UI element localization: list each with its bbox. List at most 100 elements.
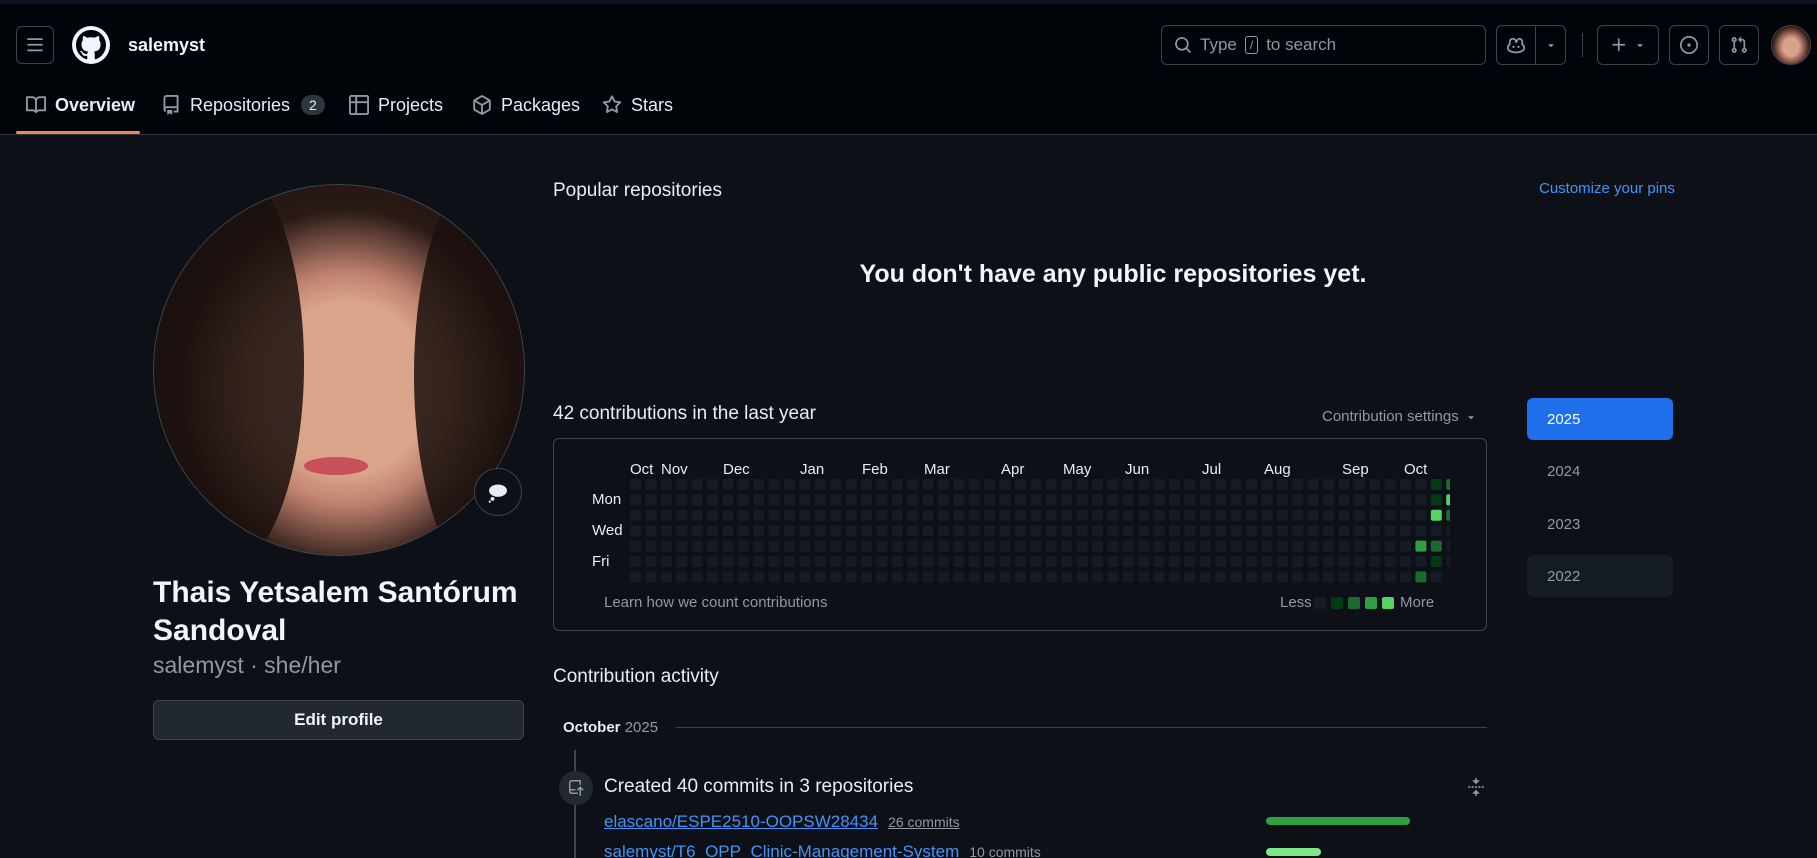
contribution-day-cell[interactable] — [1307, 509, 1319, 521]
contribution-day-cell[interactable] — [1076, 479, 1088, 490]
contribution-day-cell[interactable] — [691, 556, 703, 567]
contribution-day-cell[interactable] — [1122, 509, 1134, 521]
contribution-day-cell[interactable] — [1215, 494, 1227, 506]
contribution-day-cell[interactable] — [814, 571, 826, 583]
pull-requests-button[interactable] — [1719, 25, 1759, 65]
contribution-day-cell[interactable] — [1015, 525, 1026, 537]
contribution-day-cell[interactable] — [1430, 479, 1442, 490]
contribution-day-cell[interactable] — [676, 525, 688, 537]
tab-overview[interactable]: Overview — [26, 90, 135, 120]
contribution-day-cell[interactable] — [953, 479, 965, 490]
contribution-day-cell[interactable] — [1353, 494, 1365, 506]
contribution-day-cell[interactable] — [660, 525, 672, 537]
contribution-day-cell[interactable] — [891, 525, 903, 537]
contribution-day-cell[interactable] — [968, 509, 980, 521]
contribution-day-cell[interactable] — [984, 556, 996, 567]
contribution-day-cell[interactable] — [907, 525, 919, 537]
contribution-day-cell[interactable] — [984, 494, 996, 506]
contribution-day-cell[interactable] — [768, 479, 780, 490]
contribution-day-cell[interactable] — [845, 509, 857, 521]
contribution-day-cell[interactable] — [707, 479, 718, 490]
contribution-day-cell[interactable] — [1446, 494, 1450, 506]
contribution-day-cell[interactable] — [999, 525, 1011, 537]
contribution-day-cell[interactable] — [707, 556, 718, 567]
contribution-day-cell[interactable] — [1246, 479, 1257, 490]
contribution-day-cell[interactable] — [645, 556, 657, 567]
contribution-day-cell[interactable] — [1353, 540, 1365, 552]
contribution-day-cell[interactable] — [1400, 509, 1411, 521]
contribution-day-cell[interactable] — [660, 509, 672, 521]
contribution-day-cell[interactable] — [1045, 494, 1057, 506]
contribution-day-cell[interactable] — [1199, 525, 1211, 537]
contribution-day-cell[interactable] — [830, 556, 842, 567]
contribution-day-cell[interactable] — [1076, 540, 1088, 552]
contribution-day-cell[interactable] — [1369, 509, 1381, 521]
contribution-day-cell[interactable] — [907, 556, 919, 567]
contribution-day-cell[interactable] — [722, 540, 734, 552]
contribution-day-cell[interactable] — [768, 540, 780, 552]
contribution-day-cell[interactable] — [861, 556, 872, 567]
contribution-day-cell[interactable] — [845, 494, 857, 506]
contribution-day-cell[interactable] — [707, 571, 718, 583]
contribution-day-cell[interactable] — [1138, 479, 1150, 490]
contribution-day-cell[interactable] — [1323, 556, 1334, 567]
contribution-day-cell[interactable] — [938, 540, 949, 552]
menu-button[interactable] — [16, 26, 54, 64]
contribution-day-cell[interactable] — [1076, 509, 1088, 521]
contribution-day-cell[interactable] — [799, 571, 811, 583]
contribution-day-cell[interactable] — [768, 494, 780, 506]
contribution-day-cell[interactable] — [753, 494, 765, 506]
contribution-day-cell[interactable] — [1446, 509, 1450, 521]
contribution-day-cell[interactable] — [891, 540, 903, 552]
contribution-day-cell[interactable] — [1015, 571, 1026, 583]
contribution-day-cell[interactable] — [1122, 571, 1134, 583]
contribution-day-cell[interactable] — [922, 571, 934, 583]
contribution-day-cell[interactable] — [891, 571, 903, 583]
contribution-day-cell[interactable] — [1276, 556, 1288, 567]
contribution-settings-dropdown[interactable]: Contribution settings — [1322, 408, 1477, 425]
contribution-day-cell[interactable] — [737, 540, 749, 552]
contribution-day-cell[interactable] — [784, 556, 795, 567]
contribution-day-cell[interactable] — [753, 556, 765, 567]
contribution-day-cell[interactable] — [876, 479, 888, 490]
contribution-day-cell[interactable] — [1400, 479, 1411, 490]
contribution-day-cell[interactable] — [922, 479, 934, 490]
contribution-day-cell[interactable] — [876, 525, 888, 537]
contribution-day-cell[interactable] — [768, 525, 780, 537]
contribution-day-cell[interactable] — [1169, 540, 1180, 552]
copilot-dropdown[interactable] — [1535, 25, 1566, 65]
contribution-day-cell[interactable] — [814, 479, 826, 490]
contribution-day-cell[interactable] — [1215, 556, 1227, 567]
contribution-day-cell[interactable] — [1246, 509, 1257, 521]
contribution-day-cell[interactable] — [1153, 571, 1165, 583]
contribution-day-cell[interactable] — [1415, 571, 1427, 583]
contribution-day-cell[interactable] — [953, 571, 965, 583]
contribution-day-cell[interactable] — [1061, 525, 1073, 537]
contribution-day-cell[interactable] — [876, 509, 888, 521]
contribution-day-cell[interactable] — [845, 479, 857, 490]
contribution-day-cell[interactable] — [1153, 525, 1165, 537]
contribution-day-cell[interactable] — [784, 509, 795, 521]
contribution-day-cell[interactable] — [1353, 509, 1365, 521]
tab-repositories[interactable]: Repositories 2 — [161, 90, 325, 120]
contribution-day-cell[interactable] — [1107, 571, 1119, 583]
contribution-day-cell[interactable] — [907, 494, 919, 506]
contribution-day-cell[interactable] — [953, 525, 965, 537]
contribution-day-cell[interactable] — [1307, 540, 1319, 552]
header-username[interactable]: salemyst — [128, 35, 205, 56]
contribution-day-cell[interactable] — [1261, 556, 1273, 567]
contribution-day-cell[interactable] — [707, 494, 718, 506]
contribution-day-cell[interactable] — [968, 479, 980, 490]
contribution-day-cell[interactable] — [768, 571, 780, 583]
contribution-day-cell[interactable] — [1292, 556, 1304, 567]
contribution-day-cell[interactable] — [799, 556, 811, 567]
contribution-day-cell[interactable] — [1184, 525, 1196, 537]
contribution-day-cell[interactable] — [784, 479, 795, 490]
contribution-day-cell[interactable] — [1276, 525, 1288, 537]
contribution-day-cell[interactable] — [830, 540, 842, 552]
contribution-day-cell[interactable] — [845, 571, 857, 583]
contribution-day-cell[interactable] — [1061, 571, 1073, 583]
contribution-day-cell[interactable] — [1153, 556, 1165, 567]
contribution-day-cell[interactable] — [753, 540, 765, 552]
learn-contributions-link[interactable]: Learn how we count contributions — [604, 594, 827, 611]
